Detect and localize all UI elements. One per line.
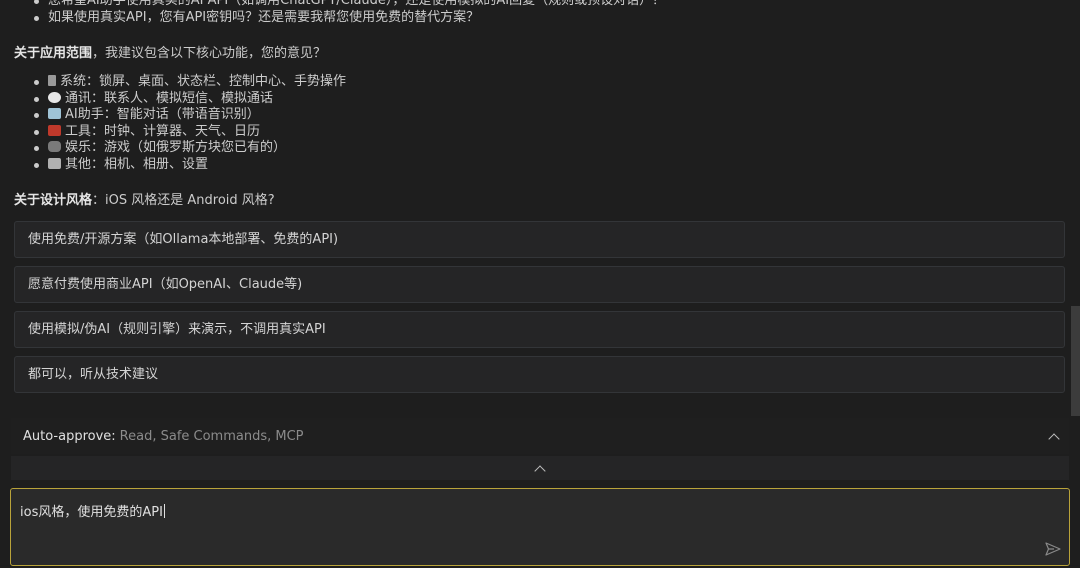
feature-list: 系统：锁屏、桌面、状态栏、控制中心、手势操作 通讯：联系人、模拟短信、模拟通话 … — [32, 74, 346, 173]
chat-transcript: 您希望AI助手使用真实的AI API（如调用ChatGPT/Claude），还是… — [0, 0, 1066, 410]
list-item: AI助手：智能对话（带语音识别） — [32, 107, 346, 124]
scope-heading-bold: 关于应用范围 — [14, 46, 93, 61]
list-item: 如果使用真实API，您有API密钥吗？还是需要我帮您使用免费的替代方案？ — [32, 10, 665, 27]
option-button-free-api[interactable]: 使用免费/开源方案（如Ollama本地部署、免费的API) — [14, 221, 1065, 258]
auto-approve-toggle[interactable]: Auto-approve: Read, Safe Commands, MCP — [11, 418, 1069, 454]
chat-input-box[interactable]: ios风格，使用免费的API — [10, 488, 1070, 566]
robot-icon — [48, 108, 61, 119]
list-item: 通讯：联系人、模拟短信、模拟通话 — [32, 91, 346, 108]
scope-heading-text: ，我建议包含以下核心功能，您的意见？ — [92, 46, 327, 61]
list-item: 其他：相机、相册、设置 — [32, 157, 346, 174]
feature-text: AI助手：智能对话（带语音识别） — [65, 107, 260, 122]
question-list: 您希望AI助手使用真实的AI API（如调用ChatGPT/Claude），还是… — [32, 0, 665, 26]
text-caret — [163, 504, 165, 518]
feature-text: 工具：时钟、计算器、天气、日历 — [65, 123, 261, 139]
chevron-up-icon — [535, 464, 545, 474]
list-item: 娱乐：游戏（如俄罗斯方块您已有的） — [32, 140, 346, 157]
style-heading-text: ：iOS 风格还是 Android 风格? — [92, 193, 275, 208]
expand-panel-button[interactable] — [11, 456, 1069, 480]
feature-text: 系统：锁屏、桌面、状态栏、控制中心、手势操作 — [60, 74, 347, 89]
camera-icon — [48, 157, 61, 169]
chat-input-value: ios风格，使用免费的API — [20, 505, 163, 520]
speech-bubble-icon — [48, 91, 61, 103]
list-item: 系统：锁屏、桌面、状态栏、控制中心、手势操作 — [32, 74, 346, 91]
feature-text: 其他：相机、相册、设置 — [65, 156, 209, 172]
feature-text: 通讯：联系人、模拟短信、模拟通话 — [65, 90, 274, 106]
style-heading: 关于设计风格：iOS 风格还是 Android 风格? — [14, 189, 275, 208]
feature-text: 娱乐：游戏（如俄罗斯方块您已有的） — [65, 140, 287, 155]
option-list: 使用免费/开源方案（如Ollama本地部署、免费的API) 愿意付费使用商业AP… — [14, 221, 1065, 401]
auto-approve-label: Auto-approve: — [23, 428, 116, 444]
option-button-any[interactable]: 都可以，听从技术建议 — [14, 356, 1065, 393]
list-item: 您希望AI助手使用真实的AI API（如调用ChatGPT/Claude），还是… — [32, 0, 665, 10]
option-button-mock-ai[interactable]: 使用模拟/伪AI（规则引擎）来演示，不调用真实API — [14, 311, 1065, 348]
gamepad-icon — [48, 141, 61, 152]
style-heading-bold: 关于设计风格 — [14, 193, 93, 208]
chat-scrollbar-thumb[interactable] — [1071, 306, 1080, 416]
app-root: 您希望AI助手使用真实的AI API（如调用ChatGPT/Claude），还是… — [0, 0, 1080, 568]
send-icon[interactable] — [1045, 542, 1061, 556]
phone-icon — [48, 75, 56, 86]
auto-approve-value: Read, Safe Commands, MCP — [119, 428, 304, 444]
chevron-up-icon — [1049, 432, 1059, 442]
calendar-icon — [48, 124, 61, 136]
chat-input[interactable]: ios风格，使用免费的API — [20, 501, 165, 520]
option-button-paid-api[interactable]: 愿意付费使用商业API（如OpenAI、Claude等) — [14, 266, 1065, 303]
list-item: 工具：时钟、计算器、天气、日历 — [32, 124, 346, 141]
scope-heading: 关于应用范围，我建议包含以下核心功能，您的意见？ — [14, 42, 326, 61]
